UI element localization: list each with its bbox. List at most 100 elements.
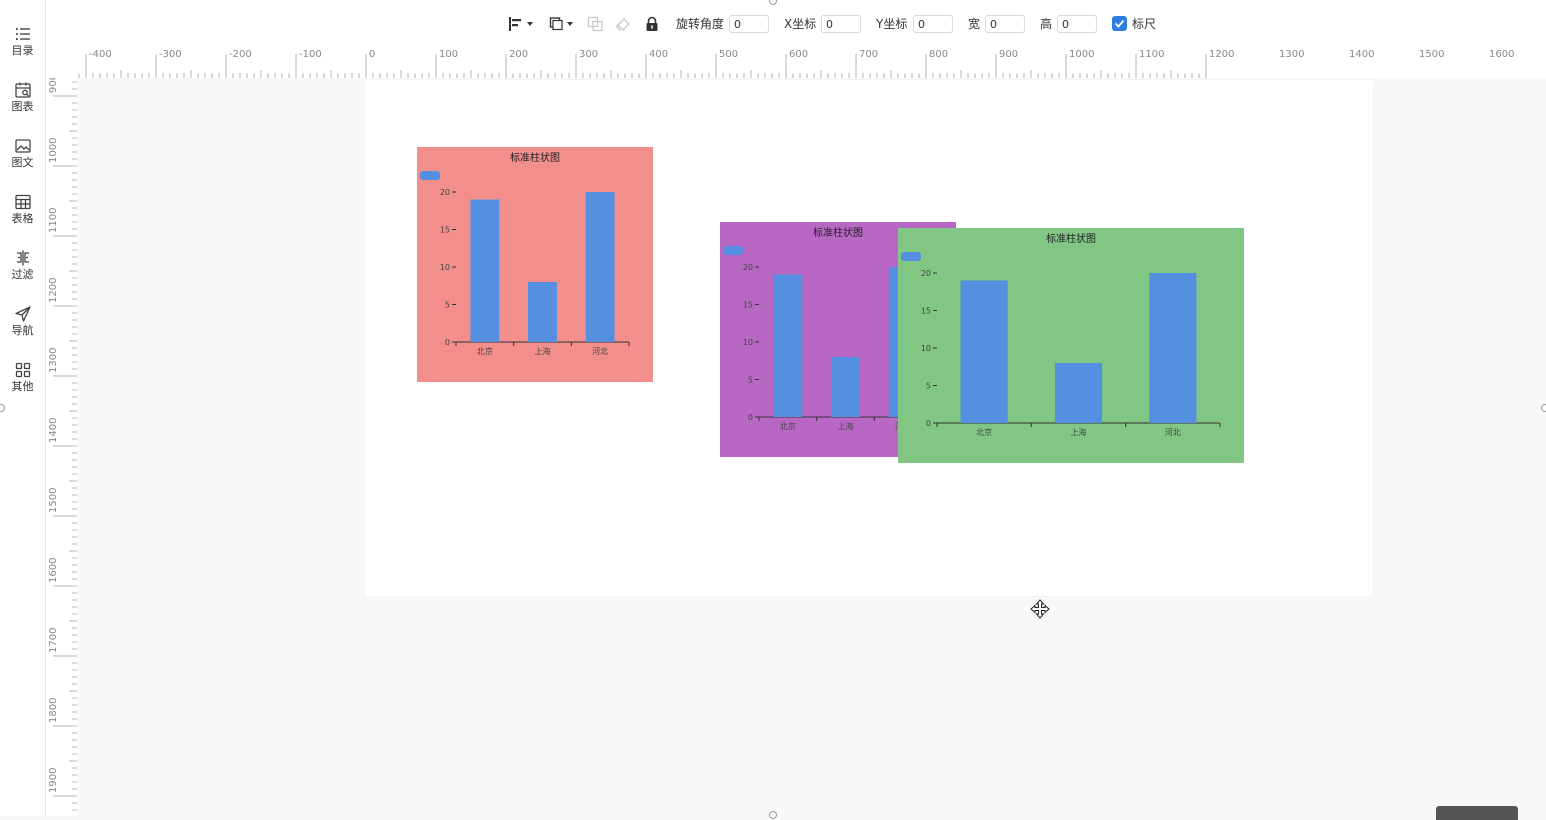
width-input[interactable] (985, 15, 1025, 33)
resize-handle-right[interactable] (1541, 404, 1546, 412)
sidebar-item-filter[interactable]: 过滤 (0, 249, 45, 299)
ruler-tick-label: 900 (48, 78, 59, 93)
ruler-tick-label: 1400 (1349, 49, 1374, 60)
bar-北京[interactable] (773, 274, 803, 418)
ruler-tick-label: 800 (929, 49, 948, 60)
ruler-tick-label: 100 (439, 49, 458, 60)
ungroup-button[interactable] (615, 15, 633, 33)
bar-上海[interactable] (831, 357, 860, 417)
ruler-checkbox[interactable] (1112, 16, 1127, 31)
rotation-label: 旋转角度 (676, 17, 725, 31)
layer-dropdown-button[interactable] (549, 15, 577, 33)
group-button[interactable] (587, 15, 605, 33)
resize-handle-bottom[interactable] (769, 811, 777, 819)
x-tick-label: 河北 (592, 346, 608, 356)
ruler-tick-label: 1300 (48, 348, 59, 373)
list-icon (15, 28, 30, 40)
ruler-label: 标尺 (1132, 17, 1157, 31)
ruler-tick-label: 200 (509, 49, 528, 60)
sidebar-item-navigation[interactable]: 导航 (0, 305, 45, 355)
y-coordinate-input[interactable] (913, 15, 953, 33)
y-tick-label: 5 (748, 376, 753, 385)
y-tick-label: 15 (743, 301, 753, 310)
sidebar-item-other[interactable]: 其他 (0, 361, 45, 411)
x-coordinate-label: X坐标 (784, 17, 817, 31)
ruler-tick-label: -400 (89, 49, 112, 60)
ruler-tick-label: 300 (579, 49, 598, 60)
legend-swatch[interactable] (723, 246, 743, 255)
ruler-tick-label: 1400 (48, 418, 59, 443)
y-tick-label: 20 (743, 263, 753, 272)
ruler-tick-label: 1500 (1419, 49, 1444, 60)
ruler-tick-label: 1200 (1209, 49, 1234, 60)
height-label: 高 (1040, 17, 1053, 31)
ruler-tick-label: 0 (369, 49, 375, 60)
legend-swatch[interactable] (420, 171, 440, 180)
y-tick-label: 0 (748, 413, 753, 422)
bar-chart-1: 标准柱状图 0 5 10 15 20 北京 上海 河北 (417, 147, 653, 382)
chart-title: 标准柱状图 (813, 226, 863, 239)
sidebar-item-label: 图表 (11, 100, 34, 113)
ruler-tick-label: 1200 (48, 278, 59, 303)
ruler-tick-label: 1700 (48, 628, 59, 653)
ruler-tick-label: 700 (859, 49, 878, 60)
image-text-icon (14, 139, 31, 153)
sidebar-item-chart[interactable]: 图表 (0, 81, 45, 131)
bar-河北[interactable] (1149, 273, 1197, 423)
lock-icon (646, 16, 658, 31)
bar-上海[interactable] (1054, 363, 1103, 423)
x-coordinate-input[interactable] (821, 15, 861, 33)
sidebar-item-table[interactable]: 表格 (0, 193, 45, 243)
ruler-tick-label: 1500 (48, 488, 59, 513)
y-tick-label: 5 (445, 301, 450, 310)
chart-card-3[interactable]: 标准柱状图 0 5 10 15 20 北京 上海 河北 (898, 228, 1244, 463)
y-tick-label: 20 (921, 269, 931, 278)
bar-北京[interactable] (470, 199, 500, 343)
move-cursor-icon (1030, 599, 1050, 619)
ruler-tick-label: 1100 (48, 208, 59, 233)
sidebar-item-label: 目录 (11, 44, 34, 57)
y-tick-label: 0 (445, 338, 450, 347)
chart-title: 标准柱状图 (1046, 232, 1096, 245)
sidebar-item-label: 过滤 (11, 268, 34, 281)
group-icon (587, 16, 603, 32)
ruler-tick-label: 500 (719, 49, 738, 60)
ruler-tick-label: 1600 (48, 558, 59, 583)
chart-calendar-icon (14, 82, 31, 98)
rotation-input[interactable] (729, 15, 769, 33)
sidebar-item-catalog[interactable]: 目录 (0, 25, 45, 75)
bar-河北[interactable] (585, 192, 615, 342)
layer-icon (549, 17, 573, 31)
check-icon (1114, 19, 1125, 28)
y-tick-label: 10 (743, 338, 753, 347)
x-tick-label: 上海 (1071, 427, 1087, 437)
ruler-tick-label: 1800 (48, 698, 59, 723)
y-coordinate-label: Y坐标 (876, 17, 908, 31)
ruler-tick-label: 1600 (1489, 49, 1514, 60)
navigation-icon (14, 306, 31, 322)
chart-card-1[interactable]: 标准柱状图 0 5 10 15 20 北京 上海 河北 (417, 147, 653, 382)
x-tick-label: 北京 (780, 421, 796, 431)
grid-icon (15, 362, 30, 378)
filter-icon (16, 250, 29, 266)
bar-上海[interactable] (528, 282, 557, 342)
table-icon (14, 194, 31, 210)
horizontal-ruler[interactable]: -400 -300 -200 -100 0 100 200 300 400 500 600 700 80… (46, 46, 1546, 79)
ruler-tick-label: 1300 (1279, 49, 1304, 60)
sidebar-item-image-text[interactable]: 图文 (0, 137, 45, 187)
x-tick-label: 河北 (1165, 427, 1181, 437)
vertical-ruler[interactable]: 900 1000 1100 1200 1300 1400 1500 1600 1700 1800 1… (46, 74, 78, 816)
y-tick-label: 10 (921, 344, 931, 353)
lock-button[interactable] (644, 15, 660, 33)
x-tick-label: 上海 (838, 421, 854, 431)
sidebar-item-label: 表格 (11, 212, 34, 225)
ruler-tick-label: 1000 (1069, 49, 1094, 60)
legend-swatch[interactable] (901, 252, 921, 261)
bar-北京[interactable] (960, 280, 1008, 424)
align-dropdown-button[interactable] (508, 15, 536, 33)
sidebar-item-label: 图文 (11, 156, 34, 169)
ruler-tick-label: 1100 (1139, 49, 1164, 60)
x-tick-label: 北京 (976, 427, 992, 437)
floating-corner-button[interactable] (1436, 806, 1518, 820)
height-input[interactable] (1057, 15, 1097, 33)
